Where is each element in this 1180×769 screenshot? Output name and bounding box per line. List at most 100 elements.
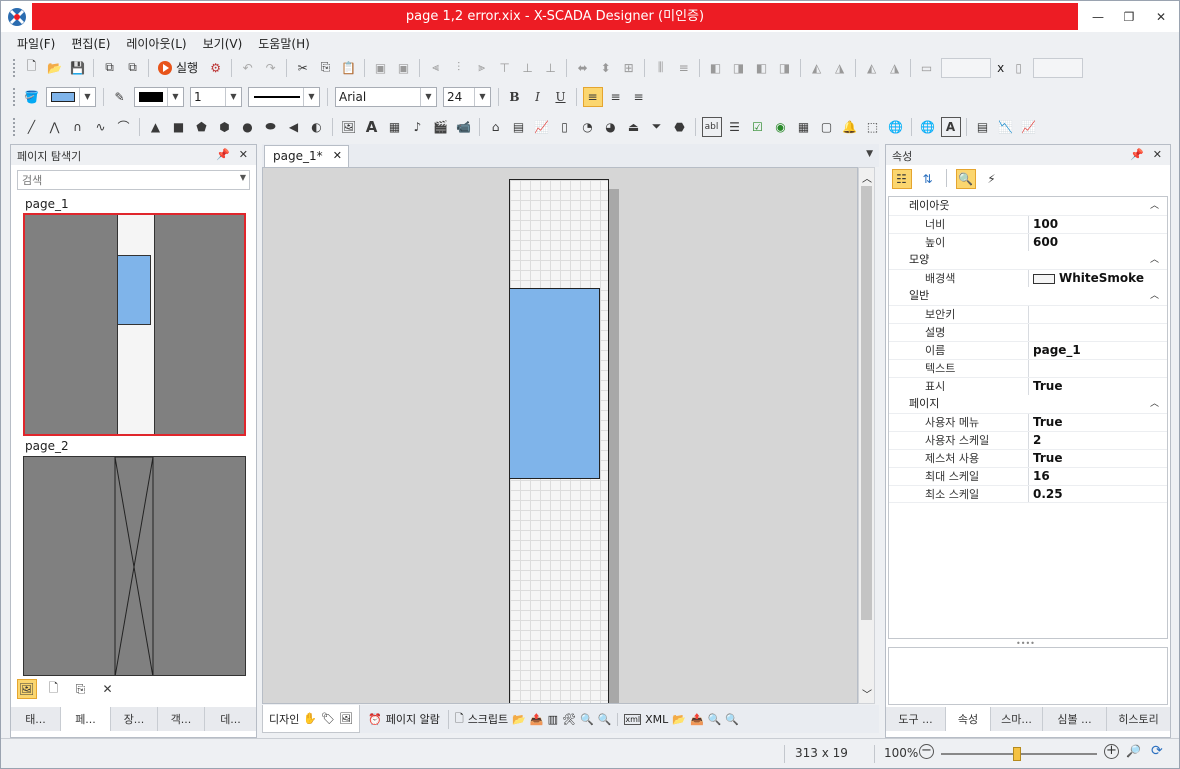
property-value[interactable]: True — [1029, 378, 1167, 395]
collapse-icon[interactable]: ︿ — [1150, 251, 1159, 269]
line-width-select[interactable]: 1 ▼ — [190, 86, 242, 107]
tab-symbols[interactable]: 심볼 ... — [1043, 707, 1107, 731]
menu-edit[interactable]: 편집(E) — [63, 32, 118, 54]
sort-az-icon[interactable]: ⇅ — [918, 169, 938, 189]
table-tool-icon[interactable]: ▤ — [973, 117, 993, 137]
chevron-down-icon[interactable]: ▼ — [225, 87, 241, 106]
globe-tool-icon[interactable]: 🌐 — [886, 117, 906, 137]
minimize-button[interactable]: — — [1090, 10, 1106, 24]
curve-tool-icon[interactable]: ∿ — [91, 117, 111, 137]
property-value[interactable]: True — [1029, 450, 1167, 467]
group-icon[interactable]: ▣ — [371, 58, 391, 78]
camera-tool-icon[interactable]: 📹 — [454, 117, 474, 137]
rotate-left-icon[interactable]: ◭ — [862, 58, 882, 78]
script-zoom-out-icon[interactable]: 🔍 — [598, 713, 612, 726]
open-folder-icon[interactable]: 📂 — [45, 58, 65, 78]
scroll-up-icon[interactable]: ︿ — [862, 170, 872, 185]
distribute-h-icon[interactable]: ⫼ — [651, 58, 671, 78]
tab-xml[interactable]: xml XML 📂 📤 🔍 🔍 — [617, 712, 745, 726]
frame-tool-icon[interactable]: ▢ — [817, 117, 837, 137]
tab-devices[interactable]: 장... — [111, 707, 158, 731]
text-align-left-icon[interactable]: ≡ — [582, 86, 603, 107]
property-row[interactable]: 보안키 — [889, 305, 1167, 323]
flip-v-icon[interactable]: ◮ — [830, 58, 850, 78]
trend-tool-icon[interactable]: 📈 — [532, 117, 552, 137]
italic-button[interactable]: I — [528, 87, 548, 107]
property-row[interactable]: 배경색 WhiteSmoke — [889, 269, 1167, 287]
indicator-tool-icon[interactable]: ⏏ — [624, 117, 644, 137]
circle-tool-icon[interactable]: ● — [238, 117, 258, 137]
redo-icon[interactable]: ↷ — [261, 58, 281, 78]
history-chart-tool-icon[interactable]: 📈 — [1019, 117, 1039, 137]
property-row[interactable]: 사용자 스케일 2 — [889, 431, 1167, 449]
tab-objects[interactable]: 객... — [158, 707, 205, 731]
restore-button[interactable]: ❐ — [1121, 10, 1137, 24]
tab-smart[interactable]: 스마... — [991, 707, 1043, 731]
chevron-down-icon[interactable]: ▼ — [420, 87, 436, 106]
tab-data[interactable]: 데... — [205, 707, 256, 731]
pie-tool-icon[interactable]: ◀ — [284, 117, 304, 137]
align-left-icon[interactable]: ⫷ — [426, 58, 446, 78]
collapse-icon[interactable]: ︿ — [1150, 395, 1159, 413]
underline-button[interactable]: U — [551, 87, 571, 107]
property-value[interactable]: page_1 — [1029, 342, 1167, 359]
tab-list-dropdown-icon[interactable]: ▼ — [866, 149, 873, 159]
font-family-select[interactable]: Arial ▼ — [335, 86, 437, 107]
save-all-icon[interactable]: ⧉ — [123, 58, 143, 78]
align-top-icon[interactable]: ⊤ — [495, 58, 515, 78]
property-row[interactable]: 너비 100 — [889, 215, 1167, 233]
property-row[interactable]: 텍스트 — [889, 359, 1167, 377]
line-tool-icon[interactable]: ╱ — [22, 117, 42, 137]
script-tools-icon[interactable]: 🛠 — [562, 713, 576, 726]
pin-icon[interactable]: 📌 — [1130, 148, 1144, 161]
label-tool-icon[interactable]: A — [940, 116, 961, 137]
web-tool-icon[interactable]: 🌐 — [918, 117, 938, 137]
xml-zoom-out-icon[interactable]: 🔍 — [725, 713, 739, 726]
run-icon[interactable] — [155, 58, 175, 78]
tab-properties[interactable]: 속성 — [946, 707, 991, 731]
distribute-v-icon[interactable]: ≡ — [674, 58, 694, 78]
video-tool-icon[interactable]: 🎬 — [431, 117, 451, 137]
page-view-icon[interactable]: 🖼 — [16, 679, 37, 699]
page-search-field[interactable] — [18, 171, 228, 189]
send-backward-icon[interactable]: ◨ — [775, 58, 795, 78]
property-value[interactable]: WhiteSmoke — [1029, 270, 1167, 287]
delete-page-icon[interactable]: ✕ — [98, 679, 118, 699]
script-zoom-in-icon[interactable]: 🔍 — [580, 713, 594, 726]
save-as-icon[interactable]: ⧉ — [100, 58, 120, 78]
barcode-tool-icon[interactable]: ▦ — [385, 117, 405, 137]
tab-script[interactable]: 🗋 스크립트 📂 📤 ▥ 🛠 🔍 🔍 — [447, 709, 618, 729]
meter-tool-icon[interactable]: ◕ — [601, 117, 621, 137]
menu-layout[interactable]: 레이아웃(L) — [118, 32, 194, 54]
scroll-thumb[interactable] — [861, 186, 872, 620]
property-group-header[interactable]: 페이지 ︿ — [889, 395, 1167, 413]
text-tool-icon[interactable]: A — [362, 117, 382, 137]
property-group-header[interactable]: 레이아웃 ︿ — [889, 197, 1167, 215]
paste-icon[interactable]: 📋 — [339, 58, 359, 78]
design-canvas[interactable] — [262, 167, 858, 704]
rectangle-tool-icon[interactable]: ■ — [169, 117, 189, 137]
chevron-down-icon[interactable]: ▼ — [167, 87, 183, 106]
toolbar-grip[interactable] — [13, 117, 16, 136]
property-row[interactable]: 설명 — [889, 323, 1167, 341]
tank-tool-icon[interactable]: ⌂ — [486, 117, 506, 137]
grid-tool-icon[interactable]: ▦ — [794, 117, 814, 137]
property-value[interactable] — [1029, 306, 1167, 323]
tab-pages[interactable]: 페... — [61, 707, 111, 731]
sound-tool-icon[interactable]: ♪ — [408, 117, 428, 137]
collapse-icon[interactable]: ︿ — [1150, 287, 1159, 305]
zoom-slider[interactable] — [941, 747, 1097, 761]
rotate-right-icon[interactable]: ◮ — [885, 58, 905, 78]
menu-file[interactable]: 파일(F) — [9, 32, 63, 54]
save-icon[interactable]: 💾 — [68, 58, 88, 78]
align-middle-icon[interactable]: ⊥ — [518, 58, 538, 78]
design-tag-icon[interactable]: 🏷 — [321, 712, 335, 725]
property-row[interactable]: 최소 스케일 0.25 — [889, 485, 1167, 503]
arc-shape-tool-icon[interactable]: ◐ — [307, 117, 327, 137]
arc-tool-icon[interactable]: ⌒ — [114, 117, 134, 137]
chevron-down-icon[interactable]: ▼ — [79, 87, 95, 106]
align-right-icon[interactable]: ⫸ — [472, 58, 492, 78]
gauge-tool-icon[interactable]: ◔ — [578, 117, 598, 137]
property-value[interactable]: 0.25 — [1029, 486, 1167, 502]
chart-tool-icon[interactable]: 📉 — [996, 117, 1016, 137]
